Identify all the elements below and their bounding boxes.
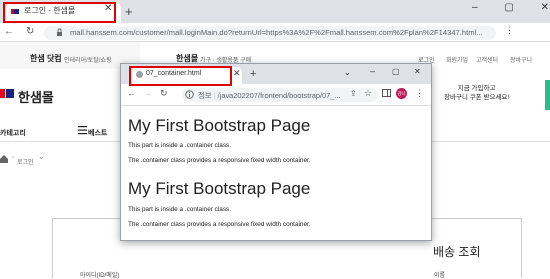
info-icon[interactable] bbox=[185, 90, 194, 99]
highlight-box-popup-tab bbox=[129, 66, 232, 86]
back-icon[interactable]: ← bbox=[4, 26, 14, 37]
breadcrumb-separator: › bbox=[12, 155, 14, 161]
tab-search-icon[interactable]: ⌄ bbox=[344, 68, 351, 77]
section-1-line-2: The .container class provides a responsi… bbox=[128, 157, 311, 164]
home-icon[interactable] bbox=[0, 155, 8, 163]
hanssem-dotcom-link[interactable]: 한샘 닷컴 bbox=[30, 53, 62, 64]
bookmark-star-icon[interactable]: ☆ bbox=[364, 88, 372, 99]
extensions-icon[interactable]: ⋮ bbox=[505, 25, 514, 36]
top-link-cart[interactable]: 장바구니 bbox=[510, 55, 532, 64]
category-menu[interactable]: 카테고리 bbox=[0, 128, 26, 138]
minimize-icon[interactable]: – bbox=[370, 66, 375, 76]
breadcrumb-chevron-icon: ⌄ bbox=[38, 152, 45, 161]
new-tab-icon[interactable]: + bbox=[125, 4, 133, 19]
section-2-heading: My First Bootstrap Page bbox=[128, 179, 311, 198]
highlight-box-bg-tab bbox=[3, 2, 116, 23]
back-icon[interactable]: ← bbox=[127, 88, 136, 98]
promo-line-1: 지금 가입하고 bbox=[457, 85, 496, 92]
promo-line-2: 장바구니 쿠폰 받으세요! bbox=[444, 94, 510, 101]
popup-url: /java202207/frontend/bootstrap/07_... bbox=[217, 91, 341, 100]
section-1-heading: My First Bootstrap Page bbox=[128, 116, 311, 135]
popup-address-text: 정보 | /java202207/frontend/bootstrap/07_.… bbox=[198, 90, 341, 101]
lock-icon bbox=[56, 28, 63, 37]
menu-icon[interactable] bbox=[78, 125, 87, 135]
reload-icon[interactable]: ↻ bbox=[26, 26, 34, 37]
login-id-label: 아이디(ID/메일) bbox=[80, 273, 120, 279]
window-controls[interactable]: – ▢ ✕ bbox=[472, 2, 550, 13]
address-text: mall.hanssem.com/customer/mall.loginMain… bbox=[70, 28, 483, 37]
info-label: 정보 bbox=[198, 91, 212, 100]
delivery-lookup-title: 배송 조회 bbox=[433, 245, 481, 259]
best-menu[interactable]: 베스트 bbox=[88, 128, 107, 138]
new-tab-icon[interactable]: + bbox=[250, 68, 256, 80]
close-window-icon[interactable]: ✕ bbox=[414, 67, 421, 76]
signup-promo[interactable]: 지금 가입하고 장바구니 쿠폰 받으세요! bbox=[444, 84, 509, 102]
site-logo-text[interactable]: 한샘몰 bbox=[18, 87, 54, 106]
hanssem-dotcom-sub: 인테리어/토탈/쇼핑 bbox=[64, 58, 112, 64]
share-icon[interactable]: ⇪ bbox=[350, 89, 357, 98]
top-link-join[interactable]: 회원가입 bbox=[446, 55, 468, 64]
section-2-line-2: The .container class provides a responsi… bbox=[128, 221, 311, 228]
close-tab-icon[interactable]: ✕ bbox=[233, 68, 241, 79]
maximize-icon[interactable]: ▢ bbox=[392, 67, 400, 76]
hanssem-logo-icon[interactable] bbox=[0, 87, 14, 100]
forward-icon[interactable]: → bbox=[143, 88, 152, 98]
sidebar-icon[interactable] bbox=[382, 89, 391, 97]
more-menu-icon[interactable]: ⋮ bbox=[415, 88, 424, 99]
profile-avatar[interactable]: 감나 bbox=[396, 88, 407, 99]
top-link-support[interactable]: 고객센터 bbox=[476, 55, 498, 64]
breadcrumb-current: 로그인 bbox=[17, 160, 34, 166]
reload-icon[interactable]: ↻ bbox=[160, 88, 168, 99]
section-1-line-1: This part is inside a .container class. bbox=[128, 142, 232, 149]
url-divider: | bbox=[213, 91, 216, 100]
side-banner-tab[interactable] bbox=[545, 80, 550, 110]
section-2-line-1: This part is inside a .container class. bbox=[128, 206, 232, 213]
name-label: 이름 bbox=[434, 273, 446, 279]
